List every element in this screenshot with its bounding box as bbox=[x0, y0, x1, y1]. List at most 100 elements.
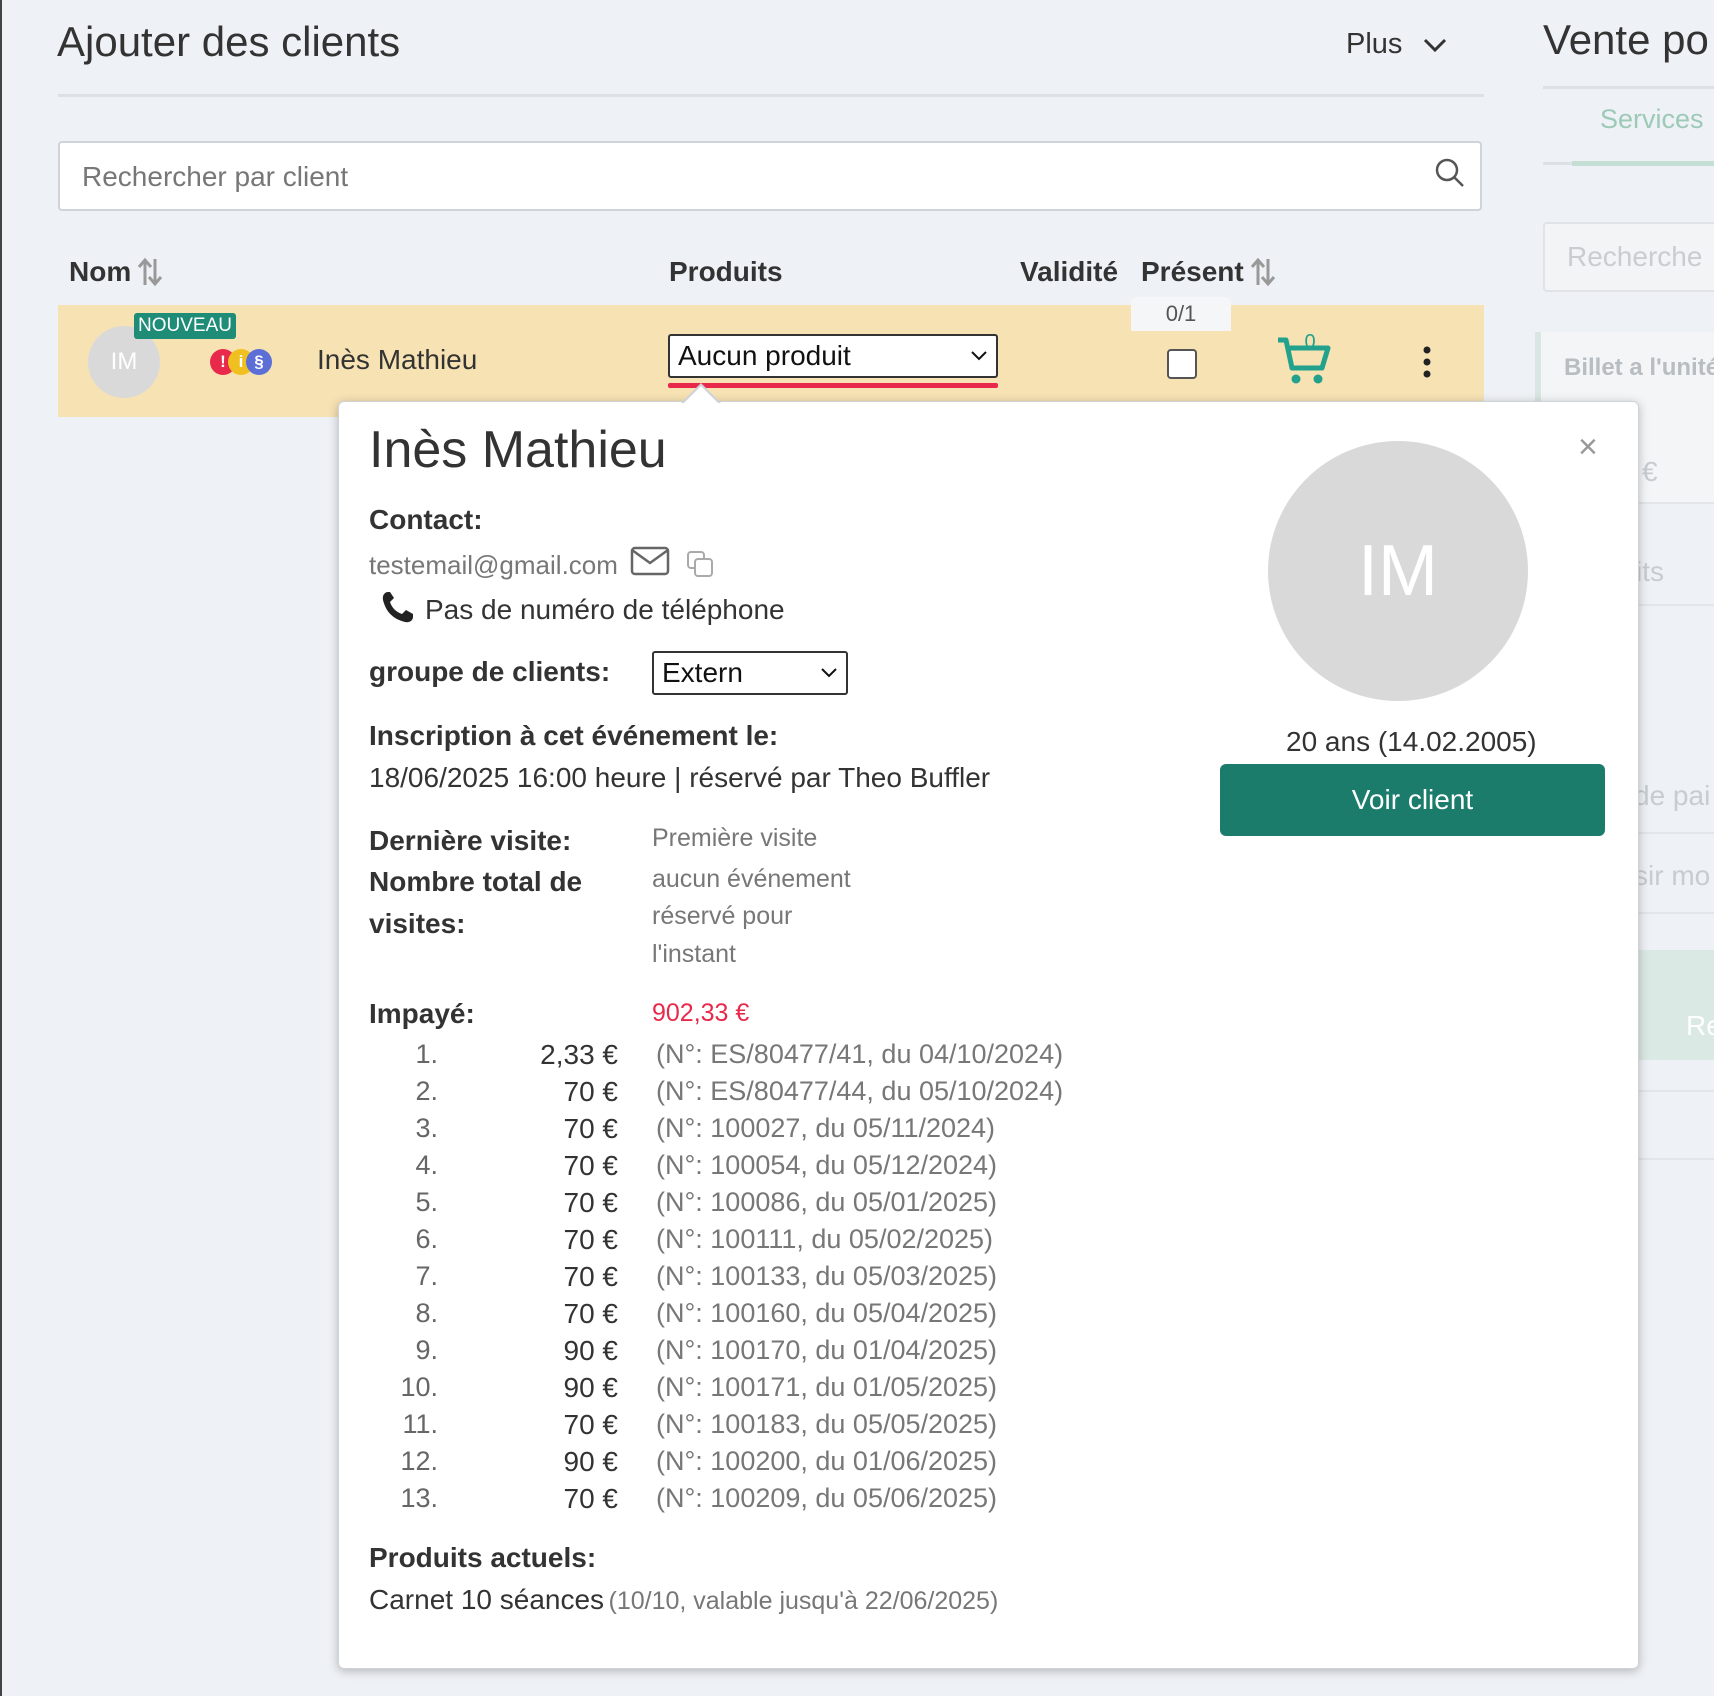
sales-panel-title: Vente po bbox=[1543, 16, 1709, 63]
service-card-title: Billet a l'unité bbox=[1564, 354, 1714, 381]
unpaid-item-reference[interactable]: (N°: 100054, du 05/12/2024) bbox=[618, 1150, 997, 1181]
row-menu-button[interactable] bbox=[1422, 346, 1432, 383]
sales-search-input[interactable]: Recherche bbox=[1543, 222, 1714, 292]
current-products-label: Produits actuels: bbox=[369, 1542, 597, 1573]
unpaid-item-reference[interactable]: (N°: 100086, du 05/01/2025) bbox=[618, 1187, 997, 1218]
total-visits-value-3: l'instant bbox=[652, 940, 736, 968]
service-price: € bbox=[1642, 456, 1658, 487]
copy-icon[interactable] bbox=[686, 550, 716, 578]
unpaid-item-number: 5. bbox=[415, 1187, 438, 1217]
tab-underline-inactive bbox=[1543, 162, 1572, 165]
client-group-select[interactable]: Extern bbox=[652, 651, 848, 695]
unpaid-item-number: 9. bbox=[415, 1335, 438, 1365]
more-dropdown-button[interactable]: Plus bbox=[1346, 28, 1448, 61]
sort-icon[interactable] bbox=[1250, 257, 1276, 287]
more-label: Plus bbox=[1346, 28, 1403, 60]
products-section-label: its bbox=[1636, 556, 1664, 587]
total-visits-label: Nombre total de bbox=[369, 866, 583, 897]
column-header-validity: Validité bbox=[1020, 256, 1119, 287]
unpaid-item-number: 3. bbox=[415, 1113, 438, 1143]
unpaid-item-number: 8. bbox=[415, 1298, 438, 1328]
unpaid-item-reference[interactable]: (N°: 100111, du 05/02/2025) bbox=[618, 1224, 993, 1255]
unpaid-item-reference[interactable]: (N°: 100160, du 05/04/2025) bbox=[618, 1298, 997, 1329]
unpaid-item: 13. 70 € (N°: 100209, du 05/06/2025) bbox=[380, 1480, 1080, 1517]
phone-icon bbox=[382, 592, 413, 623]
unpaid-item-reference[interactable]: (N°: 100171, du 01/05/2025) bbox=[618, 1372, 997, 1403]
client-phone: Pas de numéro de téléphone bbox=[425, 594, 785, 625]
sales-panel-divider bbox=[1543, 86, 1714, 89]
unpaid-item-reference[interactable]: (N°: 100183, du 05/05/2025) bbox=[618, 1409, 997, 1440]
unpaid-item-number: 2. bbox=[415, 1076, 438, 1106]
unpaid-item: 11. 70 € (N°: 100183, du 05/05/2025) bbox=[380, 1406, 1080, 1443]
unpaid-item-amount: 70 € bbox=[563, 1482, 619, 1514]
sort-icon[interactable] bbox=[137, 257, 163, 287]
total-visits-label-2: visites: bbox=[369, 908, 466, 939]
payment-method-select[interactable]: sir mo bbox=[1634, 860, 1710, 892]
column-header-name[interactable]: Nom bbox=[69, 256, 163, 288]
paragraph-icon[interactable]: § bbox=[246, 349, 272, 375]
current-product-name: Carnet 10 séances bbox=[369, 1584, 605, 1615]
cart-count: 0 bbox=[1304, 334, 1315, 353]
unpaid-item: 10. 90 € (N°: 100171, du 01/05/2025) bbox=[380, 1369, 1080, 1406]
unpaid-item: 12. 90 € (N°: 100200, du 01/06/2025) bbox=[380, 1443, 1080, 1480]
unpaid-item-amount: 2,33 € bbox=[540, 1038, 618, 1070]
chevron-down-icon bbox=[821, 668, 837, 678]
unpaid-item-reference[interactable]: (N°: ES/80477/41, du 04/10/2024) bbox=[618, 1039, 1063, 1070]
unpaid-list: 1. 2,33 € (N°: ES/80477/41, du 04/10/2024)… bbox=[380, 1036, 1080, 1517]
client-age: 20 ans (14.02.2005) bbox=[1286, 726, 1537, 757]
column-header-present[interactable]: Présent bbox=[1141, 256, 1276, 288]
client-email[interactable]: testemail@gmail.com bbox=[369, 550, 618, 581]
unpaid-item: 8. 70 € (N°: 100160, du 05/04/2025) bbox=[380, 1295, 1080, 1332]
column-header-products: Produits bbox=[669, 256, 783, 287]
popover-client-name: Inès Mathieu bbox=[369, 421, 667, 479]
presence-checkbox[interactable] bbox=[1167, 349, 1197, 379]
column-present-label: Présent bbox=[1141, 256, 1244, 287]
unpaid-item-reference[interactable]: (N°: 100209, du 05/06/2025) bbox=[618, 1483, 997, 1514]
product-select[interactable]: Aucun produit bbox=[668, 334, 998, 378]
unpaid-item-reference[interactable]: (N°: ES/80477/44, du 05/10/2024) bbox=[618, 1076, 1063, 1107]
search-icon[interactable] bbox=[1434, 157, 1466, 189]
contact-label: Contact: bbox=[369, 504, 483, 535]
presence-count: 0/1 bbox=[1131, 297, 1231, 331]
unpaid-item-amount: 90 € bbox=[563, 1334, 619, 1366]
unpaid-item-number: 6. bbox=[415, 1224, 438, 1254]
unpaid-item-amount: 70 € bbox=[563, 1186, 619, 1218]
unpaid-item: 4. 70 € (N°: 100054, du 05/12/2024) bbox=[380, 1147, 1080, 1184]
chevron-down-icon bbox=[1424, 38, 1447, 52]
popover-arrow-fill bbox=[683, 386, 719, 404]
unpaid-item-number: 11. bbox=[402, 1409, 438, 1439]
close-icon[interactable]: × bbox=[1578, 428, 1598, 467]
window-edge bbox=[0, 0, 2, 1696]
tab-underline-active bbox=[1572, 161, 1714, 166]
unpaid-item-number: 12. bbox=[400, 1446, 438, 1476]
unpaid-item: 1. 2,33 € (N°: ES/80477/41, du 04/10/2024) bbox=[380, 1036, 1080, 1073]
view-client-button[interactable]: Voir client bbox=[1220, 764, 1605, 836]
product-select-value: Aucun produit bbox=[678, 340, 851, 371]
mail-icon[interactable] bbox=[630, 546, 670, 576]
unpaid-item-reference[interactable]: (N°: 100170, du 01/04/2025) bbox=[618, 1335, 997, 1366]
client-flags[interactable]: ! i § bbox=[210, 349, 272, 375]
client-group-value: Extern bbox=[662, 657, 743, 688]
unpaid-item-reference[interactable]: (N°: 100027, du 05/11/2024) bbox=[618, 1113, 995, 1144]
client-group-label: groupe de clients: bbox=[369, 656, 611, 687]
unpaid-item-amount: 70 € bbox=[563, 1149, 619, 1181]
unpaid-item-reference[interactable]: (N°: 100200, du 01/06/2025) bbox=[618, 1446, 997, 1477]
current-product: Carnet 10 séances (10/10, valable jusqu'… bbox=[369, 1584, 998, 1616]
unpaid-item-number: 1. bbox=[415, 1039, 438, 1069]
total-visits-value-2: réservé pour bbox=[652, 902, 793, 930]
page-title: Ajouter des clients bbox=[57, 18, 401, 65]
unpaid-item: 5. 70 € (N°: 100086, du 05/01/2025) bbox=[380, 1184, 1080, 1221]
unpaid-item-number: 13. bbox=[400, 1483, 438, 1513]
unpaid-item-number: 10. bbox=[400, 1372, 438, 1402]
unpaid-item-reference[interactable]: (N°: 100133, du 05/03/2025) bbox=[618, 1261, 997, 1292]
chevron-down-icon bbox=[971, 351, 987, 361]
last-visit-value: Première visite bbox=[652, 824, 818, 852]
unpaid-item: 6. 70 € (N°: 100111, du 05/02/2025) bbox=[380, 1221, 1080, 1258]
cart-button[interactable]: 0 bbox=[1276, 331, 1332, 391]
client-name[interactable]: Inès Mathieu bbox=[317, 344, 477, 376]
current-product-detail: (10/10, valable jusqu'à 22/06/2025) bbox=[608, 1587, 999, 1615]
client-search-input[interactable] bbox=[80, 143, 1414, 211]
unpaid-item-amount: 70 € bbox=[563, 1260, 619, 1292]
tab-services[interactable]: Services bbox=[1600, 104, 1704, 135]
unpaid-total: 902,33 € bbox=[652, 999, 750, 1027]
